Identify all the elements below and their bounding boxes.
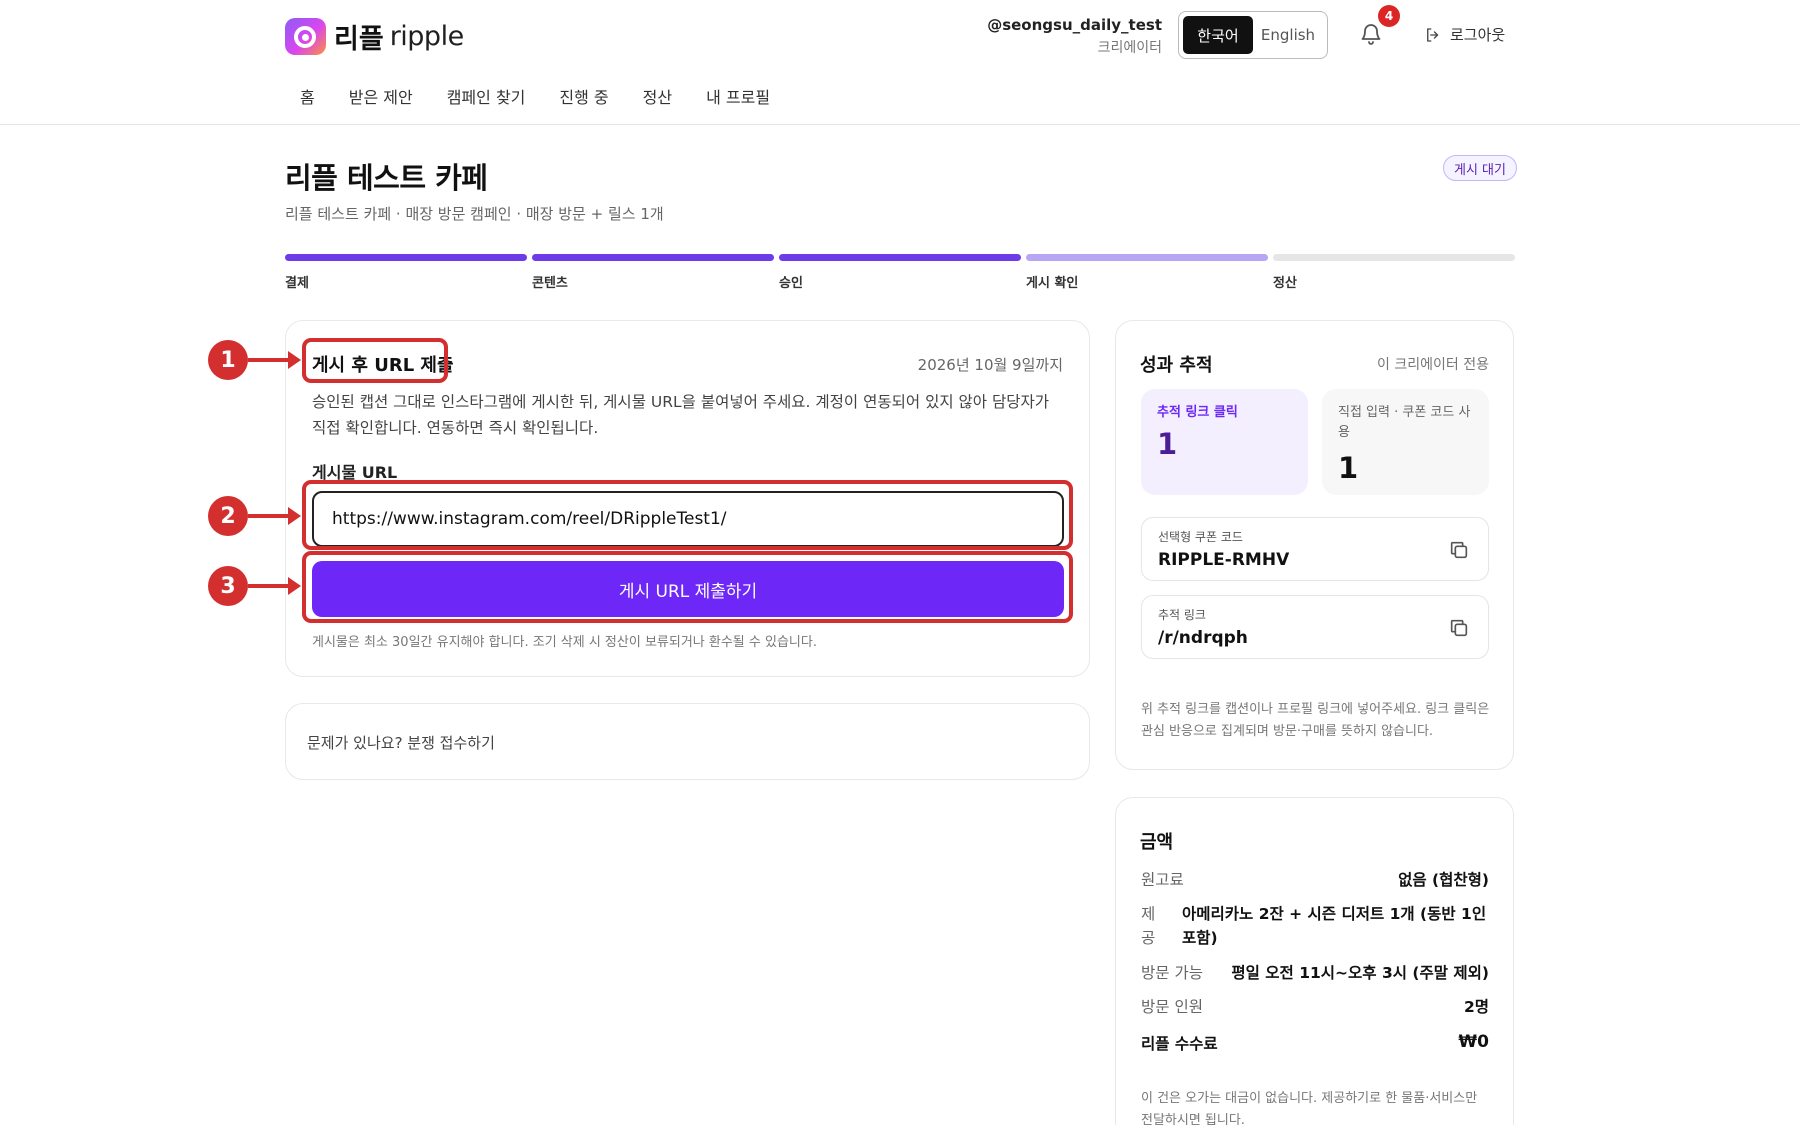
dispute-card: 문제가 있나요? 분쟁 접수하기	[285, 703, 1090, 780]
visitors-label: 방문 인원	[1141, 998, 1203, 1016]
annotation-arrow-2	[248, 507, 301, 525]
annotation-marker-2: 2	[208, 496, 248, 536]
direct-entry-value: 1	[1338, 451, 1359, 485]
commission-value: ₩0	[1458, 1032, 1489, 1052]
progress-bar	[285, 254, 527, 261]
user-info: @seongsu_daily_test 크리에이터	[987, 16, 1162, 57]
top-header: 리플 ripple @seongsu_daily_test 크리에이터 한국어 …	[0, 0, 1800, 125]
tracking-link-box: 추적 링크 /r/ndrqph	[1141, 595, 1489, 659]
progress-bar	[779, 254, 1021, 261]
progress-step-approval: 승인	[779, 254, 1021, 291]
annotation-arrow-3	[248, 577, 301, 595]
tracking-link-label: 추적 링크	[1158, 608, 1206, 622]
notification-count-badge: 4	[1378, 5, 1400, 27]
notification-bell-icon[interactable]	[1359, 22, 1383, 46]
visitors-row: 방문 인원 2명	[1141, 995, 1489, 1017]
submit-description: 승인된 캡션 그대로 인스타그램에 게시한 뒤, 게시물 URL을 붙여넣어 주…	[312, 393, 1050, 437]
progress-step-settlement: 정산	[1273, 254, 1515, 291]
amount-title: 금액	[1140, 832, 1174, 853]
nav-item-settlement[interactable]: 정산	[643, 84, 672, 108]
logo-text-ko: 리플	[334, 24, 384, 55]
tracking-footnote: 위 추적 링크를 캡션이나 프로필 링크에 넣어주세요. 링크 클릭은 관심 반…	[1141, 702, 1490, 739]
logout-label: 로그아웃	[1450, 26, 1506, 44]
nav-item-in-progress[interactable]: 진행 중	[559, 84, 608, 108]
amount-card: 금액 원고료 없음 (협찬형) 제공 아메리카노 2잔 + 시즌 디저트 1개 …	[1115, 797, 1514, 1125]
user-handle: @seongsu_daily_test	[987, 16, 1162, 34]
coupon-code-label: 선택형 쿠폰 코드	[1158, 530, 1243, 544]
amount-footnote: 이 건은 오가는 대금이 없습니다. 제공하기로 한 물품·서비스만 전달하시면…	[1141, 1091, 1478, 1125]
link-clicks-stat: 추적 링크 클릭 1	[1141, 389, 1308, 495]
progress-step-payment: 결제	[285, 254, 527, 291]
nav-item-my-profile[interactable]: 내 프로필	[706, 84, 770, 108]
progress-step-post-check: 게시 확인	[1026, 254, 1268, 291]
progress-step-label: 정산	[1273, 276, 1297, 291]
annotation-box-1	[302, 338, 448, 383]
visit-time-label: 방문 가능	[1141, 964, 1203, 982]
tracking-scope: 이 크리에이터 전용	[1377, 357, 1489, 373]
main-nav: 홈 받은 제안 캠페인 찾기 진행 중 정산 내 프로필	[300, 84, 804, 108]
visit-time-row: 방문 가능 평일 오전 11시~오후 3시 (주말 제외)	[1141, 961, 1489, 983]
lang-english-button[interactable]: English	[1253, 16, 1323, 54]
logo-text-en: ripple	[389, 21, 465, 52]
direct-entry-label: 직접 입력 · 쿠폰 코드 사용	[1338, 405, 1471, 440]
logout-button[interactable]: 로그아웃	[1424, 24, 1505, 45]
logo[interactable]: 리플 ripple	[285, 17, 464, 56]
fee-label: 원고료	[1141, 871, 1184, 889]
tracking-card: 성과 추적 이 크리에이터 전용 추적 링크 클릭 1 직접 입력 · 쿠폰 코…	[1115, 320, 1514, 770]
annotation-box-3	[302, 551, 1073, 623]
page-title: 리플 테스트 카페	[285, 161, 488, 195]
ripple-logo-icon	[285, 18, 326, 55]
annotation-marker-1: 1	[208, 340, 248, 380]
progress-step-label: 게시 확인	[1026, 276, 1079, 291]
offer-row: 제공 아메리카노 2잔 + 시즌 디저트 1개 (동반 1인 포함)	[1141, 902, 1489, 950]
progress-step-label: 콘텐츠	[532, 276, 568, 291]
annotation-marker-3: 3	[208, 566, 248, 606]
nav-item-received-offers[interactable]: 받은 제안	[349, 84, 413, 108]
visitors-value: 2명	[1463, 998, 1489, 1016]
deadline-text: 2026년 10월 9일까지	[917, 356, 1063, 374]
user-role: 크리에이터	[1097, 40, 1162, 56]
progress-step-label: 승인	[779, 276, 803, 291]
direct-entry-stat: 직접 입력 · 쿠폰 코드 사용 1	[1322, 389, 1489, 495]
offer-value: 아메리카노 2잔 + 시즌 디저트 1개 (동반 1인 포함)	[1182, 905, 1487, 947]
offer-label: 제공	[1141, 905, 1156, 947]
retention-note: 게시물은 최소 30일간 유지해야 합니다. 조기 삭제 시 정산이 보류되거나…	[312, 635, 817, 650]
commission-row: 리플 수수료 ₩0	[1141, 1032, 1489, 1054]
dispute-link[interactable]: 문제가 있나요? 분쟁 접수하기	[307, 732, 495, 753]
coupon-code-value: RIPPLE-RMHV	[1158, 550, 1290, 570]
lang-korean-button[interactable]: 한국어	[1183, 16, 1253, 54]
link-clicks-label: 추적 링크 클릭	[1157, 405, 1238, 420]
annotation-box-2	[302, 480, 1073, 550]
tracking-title: 성과 추적	[1140, 355, 1213, 376]
copy-link-icon[interactable]	[1448, 617, 1470, 639]
nav-item-home[interactable]: 홈	[300, 84, 315, 108]
visit-time-value: 평일 오전 11시~오후 3시 (주말 제외)	[1231, 964, 1489, 982]
nav-item-find-campaigns[interactable]: 캠페인 찾기	[447, 84, 526, 108]
progress-bar	[532, 254, 774, 261]
progress-bar	[1273, 254, 1515, 261]
progress-step-label: 결제	[285, 276, 309, 291]
copy-coupon-icon[interactable]	[1448, 539, 1470, 561]
fee-row: 원고료 없음 (협찬형)	[1141, 868, 1489, 890]
commission-label: 리플 수수료	[1141, 1035, 1218, 1053]
coupon-code-box: 선택형 쿠폰 코드 RIPPLE-RMHV	[1141, 517, 1489, 581]
status-badge: 게시 대기	[1443, 155, 1517, 181]
link-clicks-value: 1	[1157, 427, 1178, 461]
logout-icon	[1427, 27, 1439, 42]
page-subtitle: 리플 테스트 카페 · 매장 방문 캠페인 · 매장 방문 + 릴스 1개	[285, 205, 664, 223]
progress-step-content: 콘텐츠	[532, 254, 774, 291]
annotation-arrow-1	[248, 351, 301, 369]
language-toggle: 한국어 English	[1178, 11, 1328, 59]
tracking-link-value: /r/ndrqph	[1158, 628, 1248, 648]
fee-value: 없음 (협찬형)	[1398, 871, 1489, 889]
progress-bar	[1026, 254, 1268, 261]
